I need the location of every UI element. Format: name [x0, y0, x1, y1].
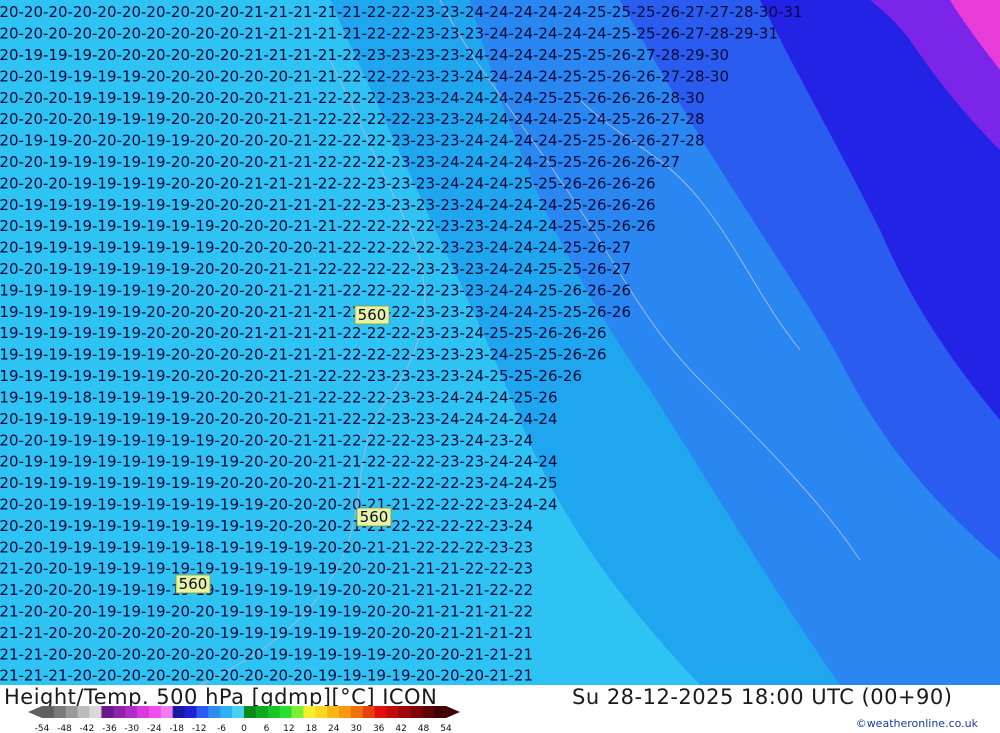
temperature-label-row: -20-20-19-19-19-19-19-19-20-20-20-21-21-… — [0, 260, 631, 278]
legend-swatch — [113, 706, 126, 718]
legend-tick-label: -12 — [192, 724, 207, 733]
legend-arrow-left — [28, 706, 42, 718]
legend-swatch — [232, 706, 245, 718]
height-contour-label: 560 — [358, 306, 387, 324]
legend-tick-label: 48 — [418, 724, 430, 733]
temperature-label-row: -20-19-19-19-19-19-19-19-19-19-20-20-20-… — [0, 453, 558, 471]
legend-swatch — [160, 706, 174, 718]
temperature-label-row: -21-21-20-20-20-20-20-20-20-20-20-19-19-… — [0, 645, 533, 663]
temperature-label-row: -19-19-19-19-19-19-19-20-20-20-20-21-21-… — [0, 367, 582, 385]
legend-swatch — [184, 706, 197, 718]
map-footer: Height/Temp. 500 hPa [gdmp][°C] ICON Su … — [0, 685, 1000, 733]
temperature-label-row: -20-19-19-19-19-19-19-19-19-20-20-20-20-… — [0, 474, 558, 492]
legend-swatch — [291, 706, 304, 718]
legend-swatch — [125, 706, 138, 718]
legend-tick-label: -36 — [102, 724, 117, 733]
legend-swatch — [244, 706, 257, 718]
legend-swatch — [148, 706, 162, 718]
legend-swatch — [137, 706, 150, 718]
color-scale-legend: -54 -48 -42 -36 -30 -24 -18 -12 -6 0 6 12 18 24 30 36 42… — [28, 706, 460, 733]
temperature-label-row: -20-20-19-19-19-19-19-20-20-20-20-21-21-… — [0, 153, 680, 171]
legend-tick-label: 30 — [350, 724, 362, 733]
legend-swatch — [434, 706, 447, 718]
temperature-label-row: -20-20-20-19-19-19-19-20-20-20-20-21-21-… — [0, 89, 705, 107]
temperature-label-row: -20-20-19-19-19-19-19-19-19-19-19-20-20-… — [0, 517, 533, 535]
legend-tick-label: 24 — [328, 724, 340, 733]
legend-tick-label: 42 — [395, 724, 406, 733]
legend-swatch — [327, 706, 340, 718]
legend-swatch — [89, 706, 102, 718]
legend-tick-label: 6 — [264, 724, 270, 733]
temperature-label-row: -20-20-20-19-19-19-19-20-20-20-21-21-21-… — [0, 174, 656, 192]
temperature-label-row: -20-20-20-20-20-20-20-20-20-20-21-21-21-… — [0, 3, 802, 21]
temperature-label-row: -19-19-19-19-19-19-19-20-20-20-20-21-21-… — [0, 281, 631, 299]
temperature-label-row: -19-19-19-19-19-19-19-20-20-20-20-21-21-… — [0, 346, 607, 364]
legend-swatch — [77, 706, 91, 718]
legend-swatch — [410, 706, 423, 718]
map-valid-time: Su 28-12-2025 18:00 UTC (00+90) — [572, 685, 953, 709]
temperature-label-row: -20-19-19-19-20-20-20-20-20-20-21-21-21-… — [0, 46, 729, 64]
legend-swatch — [422, 706, 435, 718]
temperature-label-row: -21-20-20-20-19-19-19-20-20-19-19-19-19-… — [0, 603, 533, 621]
temperature-label-row: -20-19-19-19-19-19-19-19-20-20-20-20-21-… — [0, 410, 558, 428]
temperature-label-row: -20-20-20-20-20-20-20-20-20-20-21-21-21-… — [0, 25, 778, 43]
temperature-label-row: -20-20-19-19-19-19-19-19-19-19-19-20-20-… — [0, 495, 558, 513]
temperature-label-row: -20-19-19-19-19-19-19-19-19-20-20-20-21-… — [0, 217, 656, 235]
legend-swatch — [208, 706, 221, 718]
legend-swatch — [303, 706, 316, 718]
legend-tick-label: -42 — [80, 724, 95, 733]
legend-swatch — [279, 706, 293, 718]
legend-swatch — [65, 706, 79, 718]
legend-tick-label: -54 — [35, 724, 50, 733]
height-contour-label: 560 — [360, 508, 389, 526]
map-canvas: -20-20-20-20-20-20-20-20-20-20-21-21-21-… — [0, 0, 1000, 685]
temperature-label-row: -20-19-19-19-19-19-19-19-20-20-20-21-21-… — [0, 196, 656, 214]
temperature-label-row: -19-19-19-19-19-19-20-20-20-20-21-21-21-… — [0, 324, 607, 342]
legend-swatch — [315, 706, 328, 718]
legend-swatch — [255, 706, 269, 718]
legend-swatch — [386, 706, 399, 718]
legend-tick-label: -6 — [217, 724, 226, 733]
legend-swatch — [350, 706, 364, 718]
legend-tick-label: 54 — [440, 724, 452, 733]
legend-swatch — [374, 706, 388, 718]
legend-swatch — [42, 706, 55, 718]
temperature-label-row: -21-21-21-20-20-20-20-20-20-20-20-20-20-… — [0, 667, 533, 685]
temperature-label-row: -19-19-19-18-19-19-19-19-20-20-20-21-21-… — [0, 388, 558, 406]
temperature-label-row: -20-19-19-19-19-19-19-19-19-20-20-20-20-… — [0, 239, 631, 257]
legend-tick-label: 18 — [306, 724, 318, 733]
credit-link[interactable]: ©weatheronline.co.uk — [856, 717, 978, 730]
legend-tick-label: 12 — [283, 724, 294, 733]
legend-tick-label: 36 — [373, 724, 385, 733]
legend-swatch — [267, 706, 281, 718]
legend-tick-label: -30 — [124, 724, 139, 733]
temperature-label-row: -20-20-19-19-19-19-19-19-19-20-20-20-21-… — [0, 431, 533, 449]
temperature-label-row: -21-20-20-19-19-19-19-19-19-19-19-19-19-… — [0, 560, 533, 578]
temperature-label-row: -20-20-20-20-19-19-19-20-20-20-20-21-21-… — [0, 110, 705, 128]
legend-swatch — [172, 706, 186, 718]
legend-swatch — [101, 706, 114, 718]
legend-swatch — [196, 706, 209, 718]
weather-map: -20-20-20-20-20-20-20-20-20-20-21-21-21-… — [0, 0, 1000, 685]
temperature-label-row: -20-20-19-19-19-19-19-19-18-19-19-19-19-… — [0, 538, 533, 556]
temperature-label-row: -21-20-20-20-19-19-19-19-19-19-19-19-19-… — [0, 581, 533, 599]
legend-tick-label: -48 — [57, 724, 72, 733]
legend-tick-label: -18 — [169, 724, 184, 733]
legend-swatch — [339, 706, 352, 718]
legend-tick-label: 0 — [241, 724, 247, 733]
height-contour-label: 560 — [179, 575, 208, 593]
legend-swatch — [53, 706, 67, 718]
legend-swatch — [398, 706, 411, 718]
temperature-label-row: -19-19-19-19-19-19-20-20-20-20-20-21-21-… — [0, 303, 631, 321]
legend-swatch — [362, 706, 376, 718]
temperature-label-row: -21-21-20-20-20-20-20-20-20-19-19-19-19-… — [0, 624, 533, 642]
legend-arrow-right — [446, 706, 460, 718]
legend-swatch — [220, 706, 233, 718]
legend-tick-label: -24 — [147, 724, 162, 733]
temperature-label-row: -20-20-19-19-19-19-20-20-20-20-20-20-21-… — [0, 67, 729, 85]
temperature-label-row: -20-19-19-20-20-20-19-19-20-20-20-20-21-… — [0, 132, 705, 150]
